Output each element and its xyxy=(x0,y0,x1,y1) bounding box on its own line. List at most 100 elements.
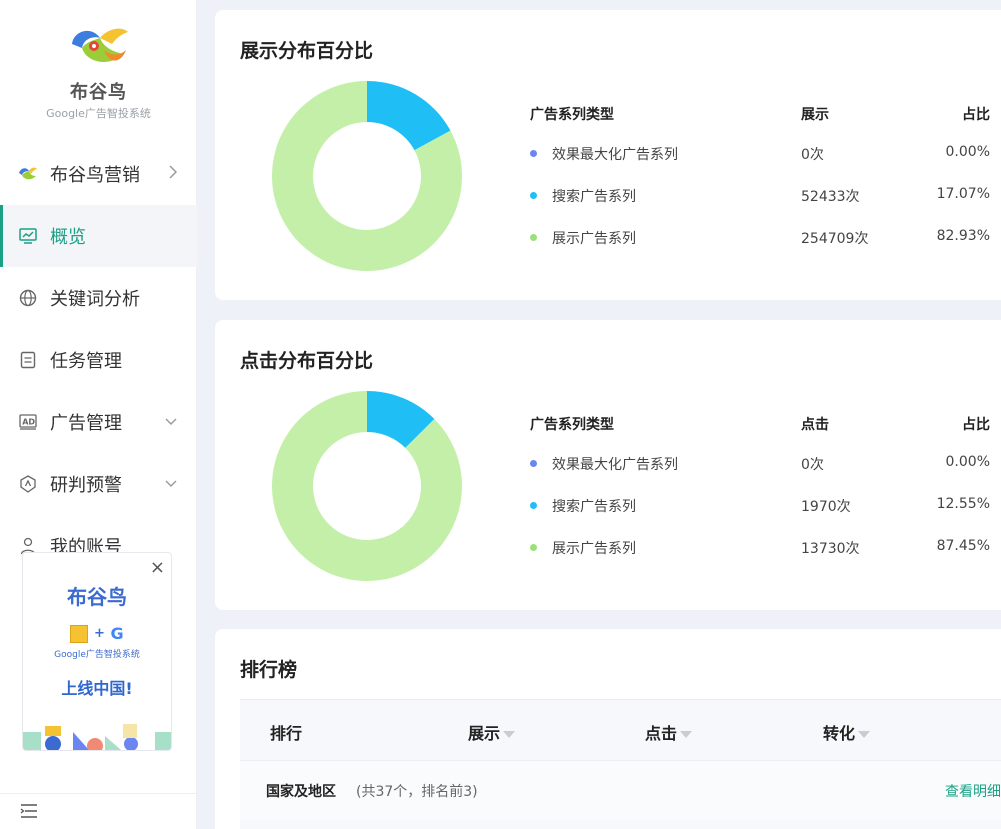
campaign-type: 效果最大化广告系列 xyxy=(552,457,678,473)
share-value: 0.00% xyxy=(945,454,990,470)
promo-logos: + G xyxy=(23,623,171,643)
table-header: 排行 展示 点击 转化 xyxy=(240,700,1001,760)
chart-monitor-icon xyxy=(18,226,38,246)
table-row: 展示广告系列 13730次 87.45% xyxy=(530,526,990,568)
column-header-impressions[interactable]: 展示 xyxy=(468,720,516,744)
table-row: 搜索广告系列 52433次 17.07% xyxy=(530,174,990,216)
sort-icon[interactable] xyxy=(680,731,693,738)
menu-collapse-icon[interactable] xyxy=(20,803,38,819)
promo-cta: 上线中国! xyxy=(61,679,133,698)
sidebar-item-marketing[interactable]: 布谷鸟营销 xyxy=(0,143,197,205)
share-value: 17.07% xyxy=(936,186,990,202)
chevron-down-icon xyxy=(165,476,177,492)
close-icon[interactable]: × xyxy=(150,557,165,578)
table-row: 效果最大化广告系列 0次 0.00% xyxy=(530,442,990,484)
sidebar-item-label: 任务管理 xyxy=(50,351,122,372)
share-value: 87.45% xyxy=(936,538,990,554)
legend-dot xyxy=(530,502,537,509)
metric-value: 13730次 xyxy=(801,541,860,557)
table-row: 效果最大化广告系列 0次 0.00% xyxy=(530,132,990,174)
legend-dot xyxy=(530,460,537,467)
card-title: 展示分布百分比 xyxy=(240,40,374,62)
sidebar-item-tasks[interactable]: 任务管理 xyxy=(0,329,197,391)
brand-logo[interactable]: 布谷鸟 Google广告智投系统 xyxy=(0,22,197,121)
campaign-type: 搜索广告系列 xyxy=(552,499,636,515)
ad-icon: AD xyxy=(18,412,38,432)
sidebar-item-overview[interactable]: 概览 xyxy=(0,205,197,267)
chevron-right-icon xyxy=(169,165,178,183)
campaign-type: 展示广告系列 xyxy=(552,231,636,247)
sort-icon[interactable] xyxy=(858,731,871,738)
ranking-table: 排行 展示 点击 转化 国家及地区 (共37个，排名前3) 查看明细 xyxy=(240,699,1001,829)
cuckoo-logo-icon xyxy=(18,164,38,184)
table-row: 展示广告系列 254709次 82.93% xyxy=(530,216,990,258)
metric-value: 0次 xyxy=(801,147,824,163)
column-header-type: 广告系列类型 xyxy=(530,107,614,123)
promo-decoration xyxy=(23,714,171,750)
globe-icon xyxy=(18,288,38,308)
column-header-clicks[interactable]: 点击 xyxy=(645,720,693,744)
column-header-metric: 展示 xyxy=(801,107,829,123)
card-title: 点击分布百分比 xyxy=(240,350,374,372)
impressions-distribution-card: 展示分布百分比 广告系列类型 展示 占比 效果最大化广告系列 0次 0.00% … xyxy=(215,10,1001,300)
column-header-conversions[interactable]: 转化 xyxy=(823,720,871,744)
clicks-distribution-card: 点击分布百分比 广告系列类型 点击 占比 效果最大化广告系列 0次 0.00% … xyxy=(215,320,1001,610)
column-label: 展示 xyxy=(468,724,501,743)
column-header-share: 占比 xyxy=(962,417,990,433)
campaign-type: 搜索广告系列 xyxy=(552,189,636,205)
share-value: 82.93% xyxy=(936,228,990,244)
column-label: 转化 xyxy=(823,724,856,743)
column-header-type: 广告系列类型 xyxy=(530,417,614,433)
table-group-row: 国家及地区 (共37个，排名前3) 查看明细 xyxy=(240,760,1001,820)
sidebar-item-alerts[interactable]: 研判预警 xyxy=(0,453,197,515)
clicks-table: 广告系列类型 点击 占比 效果最大化广告系列 0次 0.00% 搜索广告系列 1… xyxy=(530,402,990,568)
brand-subtitle: Google广告智投系统 xyxy=(46,107,151,120)
brand-title: 布谷鸟 xyxy=(70,82,127,103)
ranking-card: 排行榜 排行 展示 点击 转化 国家及地区 (共37个，排名前3) 查看明细 xyxy=(215,629,1001,829)
sidebar-item-label: 概览 xyxy=(50,227,86,248)
impressions-table: 广告系列类型 展示 占比 效果最大化广告系列 0次 0.00% 搜索广告系列 5… xyxy=(530,92,990,258)
sidebar-item-label: 关键词分析 xyxy=(50,289,140,310)
view-details-link[interactable]: 查看明细 xyxy=(945,781,1001,801)
campaign-type: 展示广告系列 xyxy=(552,541,636,557)
sidebar-item-ads[interactable]: AD 广告管理 xyxy=(0,391,197,453)
column-label: 点击 xyxy=(645,724,678,743)
metric-value: 1970次 xyxy=(801,499,851,515)
legend-dot xyxy=(530,544,537,551)
column-header-share: 占比 xyxy=(962,107,990,123)
legend-dot xyxy=(530,234,537,241)
promo-banner[interactable]: × 布谷鸟 + G Google广告智投系统 上线中国! xyxy=(22,552,172,751)
column-header-rank: 排行 xyxy=(270,724,303,743)
plus-sign: + xyxy=(93,626,105,641)
promo-title: 布谷鸟 xyxy=(67,585,127,609)
table-row: 搜索广告系列 1970次 12.55% xyxy=(530,484,990,526)
promo-subtitle: Google广告智投系统 xyxy=(54,650,140,660)
document-icon xyxy=(18,350,38,370)
sidebar-footer xyxy=(0,793,197,829)
card-title: 排行榜 xyxy=(240,659,298,681)
sidebar: 布谷鸟 Google广告智投系统 布谷鸟营销 概览 关键词分析 任务管理 AD … xyxy=(0,0,197,829)
svg-text:AD: AD xyxy=(22,418,35,427)
google-g-icon: G xyxy=(110,624,124,643)
cuckoo-logo-icon xyxy=(64,22,134,76)
alert-shield-icon xyxy=(18,474,38,494)
legend-dot xyxy=(530,192,537,199)
share-value: 12.55% xyxy=(936,496,990,512)
group-label: 国家及地区 xyxy=(266,784,336,800)
impressions-donut-chart xyxy=(272,81,462,271)
legend-dot xyxy=(530,150,537,157)
table-header: 广告系列类型 展示 占比 xyxy=(530,92,990,132)
share-value: 0.00% xyxy=(945,144,990,160)
sidebar-item-label: 广告管理 xyxy=(50,413,122,434)
sort-icon[interactable] xyxy=(503,731,516,738)
metric-value: 254709次 xyxy=(801,231,869,247)
metric-value: 0次 xyxy=(801,457,824,473)
metric-value: 52433次 xyxy=(801,189,860,205)
sidebar-item-keywords[interactable]: 关键词分析 xyxy=(0,267,197,329)
sidebar-menu: 布谷鸟营销 概览 关键词分析 任务管理 AD 广告管理 研判预警 我的账号 xyxy=(0,143,197,577)
group-meta: (共37个，排名前3) xyxy=(356,784,478,800)
calendar-badge-icon xyxy=(70,624,89,643)
sidebar-item-label: 布谷鸟营销 xyxy=(50,165,140,186)
table-header: 广告系列类型 点击 占比 xyxy=(530,402,990,442)
chevron-down-icon xyxy=(165,414,177,430)
